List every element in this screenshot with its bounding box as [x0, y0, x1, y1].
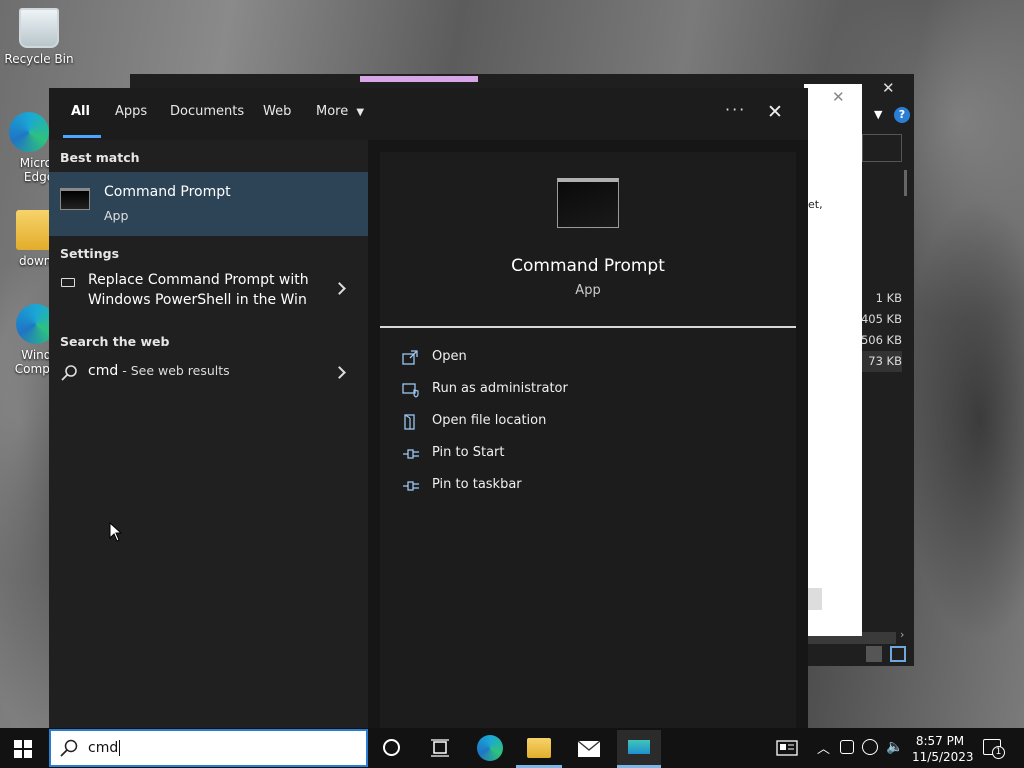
dialog-control[interactable]: [808, 588, 822, 610]
pin-icon: [403, 481, 419, 491]
file-size: 73 KB: [858, 351, 902, 372]
tab-more[interactable]: More ▼: [316, 104, 364, 119]
tab-underline: [63, 135, 101, 138]
action-label: Run as administrator: [432, 381, 568, 396]
chevron-up-icon[interactable]: ︿: [817, 738, 830, 757]
cortana-icon[interactable]: [383, 739, 400, 756]
tiles-view-icon[interactable]: [890, 646, 906, 662]
tab-more-label: More: [316, 104, 349, 119]
chevron-right-icon[interactable]: [333, 282, 346, 295]
preview-subtitle: App: [575, 283, 601, 298]
tab-documents[interactable]: Documents: [170, 104, 244, 119]
taskbar-search-box[interactable]: cmd: [49, 729, 368, 767]
command-prompt-icon: [557, 178, 619, 228]
file-explorer-icon[interactable]: [527, 738, 551, 758]
action-pin-to-taskbar[interactable]: Pin to taskbar: [402, 474, 782, 498]
tab-web[interactable]: Web: [263, 104, 291, 119]
action-label: Pin to taskbar: [432, 477, 522, 492]
partial-text: et,: [808, 198, 823, 211]
chevron-down-icon[interactable]: ▼: [874, 108, 888, 122]
file-size: 405 KB: [860, 312, 902, 326]
notification-icon[interactable]: 1: [983, 739, 1005, 759]
help-icon[interactable]: ?: [894, 107, 910, 123]
close-icon[interactable]: ✕: [882, 80, 898, 96]
search-tabs: All Apps Documents Web More ▼ ··· ✕: [49, 88, 808, 140]
close-icon[interactable]: ✕: [832, 88, 845, 106]
section-heading-web: Search the web: [60, 334, 170, 349]
web-query: cmd: [88, 363, 119, 379]
clock-time: 8:57 PM: [915, 734, 965, 748]
close-icon[interactable]: ✕: [767, 101, 783, 123]
search-field-bg[interactable]: [862, 134, 902, 162]
action-open[interactable]: Open: [402, 346, 782, 370]
open-icon: [402, 350, 418, 365]
mail-icon[interactable]: [577, 740, 601, 758]
preview-card: Command Prompt App Open Run as administr…: [380, 152, 796, 728]
pin-icon: [403, 449, 419, 459]
action-label: Open file location: [432, 413, 547, 428]
file-size: 1 KB: [875, 291, 902, 305]
network-icon[interactable]: [862, 739, 878, 755]
volume-muted-icon[interactable]: 🔈: [886, 739, 903, 755]
search-input-value: cmd: [88, 740, 119, 756]
text-cursor: [119, 740, 121, 756]
edge-icon: [9, 112, 49, 152]
file-size: 506 KB: [860, 333, 902, 347]
more-options-icon[interactable]: ···: [725, 100, 746, 119]
section-heading-settings: Settings: [60, 246, 120, 261]
edge-icon[interactable]: [477, 735, 503, 761]
preview-divider: [380, 326, 796, 328]
windows-start-icon[interactable]: [14, 740, 32, 758]
desktop-icon-label: Recycle Bin: [4, 52, 74, 66]
chevron-right-icon[interactable]: [333, 366, 346, 379]
results-list: Best match Command Prompt App Settings R…: [49, 140, 368, 728]
tab-all[interactable]: All: [71, 104, 90, 119]
settings-line-1: Replace Command Prompt with: [88, 272, 309, 288]
notification-badge: 1: [992, 746, 1005, 759]
settings-result[interactable]: Replace Command Prompt with Windows Powe…: [49, 266, 368, 312]
shield-icon: [402, 383, 419, 398]
task-view-icon[interactable]: [430, 738, 450, 758]
meet-now-icon[interactable]: [840, 740, 854, 754]
web-result-text: cmd - See web results: [88, 363, 230, 379]
preview-title: Command Prompt: [511, 256, 665, 276]
file-size-list: 1 KB 405 KB 506 KB 73 KB: [858, 288, 902, 372]
desktop-icon-recycle-bin[interactable]: Recycle Bin: [2, 8, 76, 66]
caret-down-icon: ▼: [356, 107, 365, 118]
action-label: Pin to Start: [432, 445, 505, 460]
search-input[interactable]: cmd: [88, 740, 121, 756]
search-icon: [60, 739, 78, 757]
window-title-accent: [360, 76, 478, 82]
background-dialog[interactable]: ✕ et,: [804, 84, 862, 636]
news-icon[interactable]: [776, 740, 798, 756]
chevron-right-icon[interactable]: ›: [900, 628, 904, 641]
web-suffix: - See web results: [118, 363, 230, 378]
clock[interactable]: 8:57 PM 11/5/2023: [912, 733, 974, 765]
clock-date: 11/5/2023: [912, 750, 974, 764]
action-run-as-administrator[interactable]: Run as administrator: [402, 378, 782, 402]
preview-pane: Command Prompt App Open Run as administr…: [368, 140, 808, 728]
action-pin-to-start[interactable]: Pin to Start: [402, 442, 782, 466]
scrollbar-thumb[interactable]: [904, 170, 907, 196]
action-open-file-location[interactable]: Open file location: [402, 410, 782, 434]
taskbar-app-active[interactable]: [617, 730, 661, 766]
section-heading-best-match: Best match: [60, 150, 140, 165]
app-icon: [628, 740, 650, 754]
settings-line-2: Windows PowerShell in the Win: [88, 292, 307, 308]
search-icon: [61, 365, 77, 381]
result-title: Command Prompt: [104, 184, 231, 200]
file-location-icon: [404, 414, 415, 430]
web-result[interactable]: cmd - See web results: [49, 356, 368, 388]
result-subtitle: App: [104, 208, 129, 223]
tab-apps[interactable]: Apps: [115, 104, 147, 119]
action-label: Open: [432, 349, 467, 364]
recycle-bin-icon: [19, 8, 59, 48]
best-match-result[interactable]: Command Prompt App: [49, 172, 368, 236]
search-panel: All Apps Documents Web More ▼ ··· ✕ Best…: [49, 88, 808, 728]
settings-icon: [61, 278, 75, 287]
command-prompt-icon: [60, 188, 90, 210]
mouse-cursor-icon: [109, 522, 123, 542]
details-view-icon[interactable]: [866, 646, 882, 662]
